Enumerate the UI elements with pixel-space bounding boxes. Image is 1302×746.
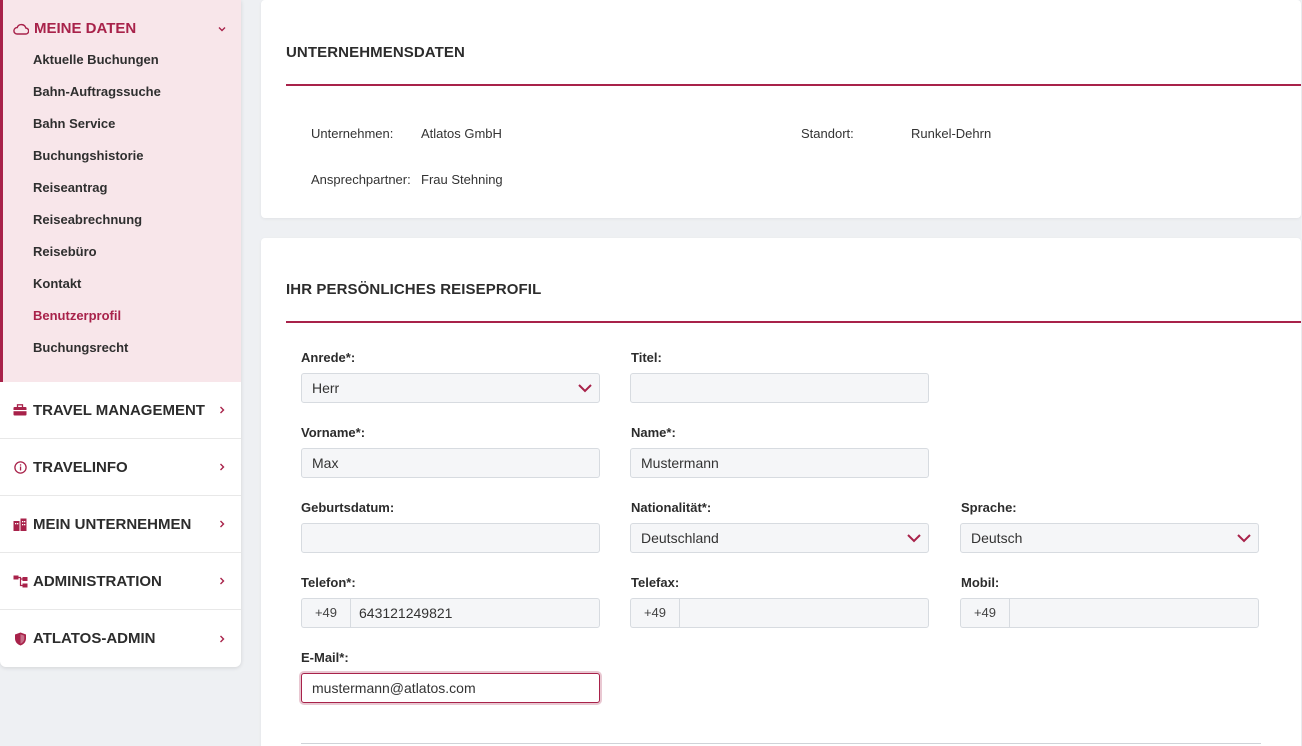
chevron-right-icon [220, 635, 225, 642]
phone-input[interactable]: 643121249821 [350, 598, 600, 628]
lastname-label: Name*: [631, 425, 676, 440]
sidebar-item-reisebuero[interactable]: Reisebüro [3, 236, 241, 268]
language-label: Sprache: [961, 500, 1017, 515]
sitemap-icon [12, 573, 28, 589]
location-label: Standort: [801, 126, 854, 141]
sidebar-section-header-meine-daten[interactable]: MEINE DATEN [3, 0, 241, 57]
email-label: E-Mail*: [301, 650, 349, 665]
sidebar-section-travelinfo[interactable]: TRAVELINFO [0, 439, 241, 496]
language-value: Deutsch [971, 530, 1023, 546]
cloud-icon [13, 21, 29, 37]
fax-input[interactable] [679, 598, 929, 628]
chevron-right-icon [220, 406, 225, 414]
chevron-down-icon [578, 384, 592, 393]
contact-label: Ansprechpartner: [311, 172, 411, 187]
birthdate-label: Geburtsdatum: [301, 500, 395, 515]
firstname-input[interactable]: Max [301, 448, 600, 478]
chevron-right-icon [220, 577, 225, 585]
nationality-label: Nationalität*: [631, 500, 712, 515]
location-value: Runkel-Dehrn [911, 126, 992, 141]
chevron-down-icon [218, 26, 226, 31]
sidebar-section-atlatos-admin[interactable]: ATLATOS-ADMIN [0, 610, 241, 667]
email-input[interactable]: mustermann@atlatos.com [301, 673, 600, 703]
fax-prefix: +49 [630, 598, 679, 628]
sidebar-item-kontakt[interactable]: Kontakt [3, 268, 241, 300]
mobile-input[interactable] [1009, 598, 1259, 628]
phone-field: +49 643121249821 [301, 598, 600, 628]
divider [286, 321, 1301, 323]
sidebar-item-reiseabrechnung[interactable]: Reiseabrechnung [3, 204, 241, 236]
salutation-value: Herr [312, 380, 340, 396]
phone-prefix: +49 [301, 598, 350, 628]
sidebar-section-travel-management[interactable]: TRAVEL MANAGEMENT [0, 382, 241, 439]
company-data-title: UNTERNEHMENSDATEN [286, 44, 465, 61]
sidebar-section-label: MEIN UNTERNEHMEN [33, 515, 192, 533]
travel-profile-card: IHR PERSÖNLICHES REISEPROFIL Anrede*: He… [261, 238, 1301, 746]
fax-label: Telefax: [631, 575, 680, 590]
sidebar-section-administration[interactable]: ADMINISTRATION [0, 553, 241, 610]
title-label: Titel: [631, 350, 662, 365]
sidebar-item-bahn-auftragssuche[interactable]: Bahn-Auftragssuche [3, 76, 241, 108]
sidebar-submenu: Aktuelle Buchungen Bahn-Auftragssuche Ba… [3, 44, 241, 364]
chevron-down-icon [1237, 534, 1251, 543]
sidebar-section-label: ADMINISTRATION [33, 572, 162, 590]
sidebar-section-mein-unternehmen[interactable]: MEIN UNTERNEHMEN [0, 496, 241, 553]
shield-icon [12, 631, 28, 647]
contact-value: Frau Stehning [421, 172, 503, 187]
title-input[interactable] [630, 373, 929, 403]
language-select[interactable]: Deutsch [960, 523, 1259, 553]
company-data-card: UNTERNEHMENSDATEN Unternehmen: Atlatos G… [261, 0, 1301, 218]
nationality-select[interactable]: Deutschland [630, 523, 929, 553]
firstname-label: Vorname*: [301, 425, 366, 440]
salutation-select[interactable]: Herr [301, 373, 600, 403]
sidebar-section-label: ATLATOS-ADMIN [33, 630, 156, 647]
company-label: Unternehmen: [311, 126, 394, 141]
nationality-value: Deutschland [641, 530, 719, 546]
mobile-label: Mobil: [961, 575, 1000, 590]
phone-label: Telefon*: [301, 575, 356, 590]
salutation-label: Anrede*: [301, 350, 356, 365]
fax-field: +49 [630, 598, 929, 628]
chevron-right-icon [220, 520, 225, 528]
lastname-input[interactable]: Mustermann [630, 448, 929, 478]
chevron-down-icon [907, 534, 921, 543]
mobile-prefix: +49 [960, 598, 1009, 628]
sidebar-section-label: TRAVEL MANAGEMENT [33, 401, 205, 419]
divider [301, 743, 1261, 744]
sidebar-item-bahn-service[interactable]: Bahn Service [3, 108, 241, 140]
sidebar-section-label: TRAVELINFO [33, 458, 128, 476]
sidebar: MEINE DATEN Aktuelle Buchungen Bahn-Auft… [0, 0, 241, 667]
sidebar-item-benutzerprofil[interactable]: Benutzerprofil [3, 300, 241, 332]
mobile-field: +49 [960, 598, 1259, 628]
travel-profile-title: IHR PERSÖNLICHES REISEPROFIL [286, 281, 542, 298]
sidebar-item-reiseantrag[interactable]: Reiseantrag [3, 172, 241, 204]
sidebar-item-buchungsrecht[interactable]: Buchungsrecht [3, 332, 241, 364]
sidebar-item-buchungshistorie[interactable]: Buchungshistorie [3, 140, 241, 172]
chevron-right-icon [220, 463, 225, 471]
birthdate-input[interactable] [301, 523, 600, 553]
briefcase-icon [12, 402, 28, 418]
company-value: Atlatos GmbH [421, 126, 502, 141]
divider [286, 84, 1301, 86]
sidebar-section-meine-daten: MEINE DATEN Aktuelle Buchungen Bahn-Auft… [0, 0, 241, 382]
info-icon [12, 459, 28, 475]
sidebar-section-label: MEINE DATEN [34, 20, 137, 37]
buildings-icon [12, 516, 28, 532]
